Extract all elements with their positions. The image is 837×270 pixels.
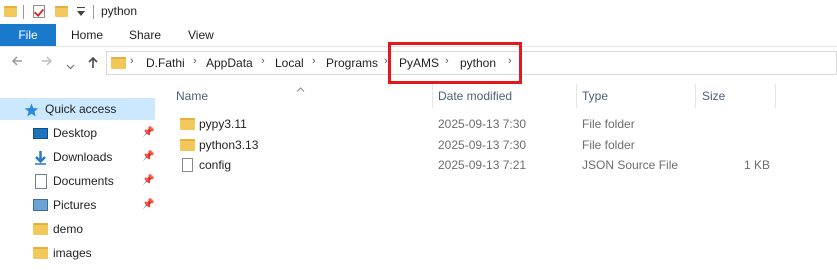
- folder-icon: [111, 57, 126, 69]
- customize-toolbar-icon[interactable]: [76, 6, 86, 18]
- sidebar-item-documents[interactable]: Documents: [53, 170, 114, 192]
- file-size: 1 KB: [744, 158, 771, 172]
- breadcrumb-item[interactable]: Programs: [326, 56, 378, 70]
- file-icon: [182, 158, 193, 172]
- breadcrumb-separator[interactable]: ›: [130, 55, 134, 67]
- sidebar-item-downloads[interactable]: Downloads: [53, 146, 112, 168]
- pin-icon: 📌: [142, 127, 155, 138]
- sidebar-item-images[interactable]: images: [53, 242, 92, 264]
- toolbar-separator: [93, 5, 94, 19]
- column-divider[interactable]: [695, 84, 696, 108]
- file-date: 2025-09-13 7:30: [438, 117, 527, 131]
- right-arrow-icon: [42, 56, 53, 66]
- chevron-down-icon: [66, 64, 75, 70]
- folder-icon: [180, 118, 195, 130]
- toolbar-separator: [23, 5, 24, 19]
- file-type: File folder: [582, 138, 635, 152]
- file-type: File folder: [582, 117, 635, 131]
- column-header-size[interactable]: Size: [702, 89, 725, 103]
- recent-locations-button[interactable]: [66, 59, 75, 73]
- folder-icon: [33, 223, 48, 235]
- column-divider[interactable]: [775, 84, 776, 108]
- pin-icon: 📌: [142, 199, 155, 210]
- folder-icon: [180, 139, 195, 151]
- breadcrumb-item[interactable]: D.Fathi: [146, 56, 185, 70]
- breadcrumb-item[interactable]: AppData: [206, 56, 253, 70]
- back-button[interactable]: [10, 54, 24, 72]
- sidebar-item-desktop[interactable]: Desktop: [53, 122, 97, 144]
- desktop-icon: [33, 128, 48, 139]
- table-row[interactable]: config 2025-09-13 7:21 JSON Source File …: [172, 155, 772, 175]
- forward-button[interactable]: [40, 54, 54, 72]
- folder-icon: [33, 247, 48, 259]
- column-divider[interactable]: [576, 84, 577, 108]
- folder-icon[interactable]: [4, 6, 17, 17]
- file-name: config: [199, 158, 232, 172]
- breadcrumb-separator[interactable]: ›: [312, 55, 316, 67]
- tab-view[interactable]: View: [188, 24, 214, 46]
- column-divider[interactable]: [432, 84, 433, 108]
- star-icon: [24, 103, 39, 120]
- sidebar-item-demo[interactable]: demo: [53, 218, 83, 240]
- file-type: JSON Source File: [582, 158, 679, 172]
- pin-icon: 📌: [142, 175, 155, 186]
- highlight-box: [388, 42, 522, 84]
- breadcrumb-separator[interactable]: ›: [193, 55, 197, 67]
- file-date: 2025-09-13 7:30: [438, 138, 527, 152]
- download-icon: [33, 150, 48, 168]
- tab-file[interactable]: File: [0, 24, 56, 46]
- sidebar-item-pictures[interactable]: Pictures: [53, 194, 96, 216]
- file-name: pypy3.11: [199, 117, 247, 131]
- column-header-date-modified[interactable]: Date modified: [438, 89, 512, 103]
- properties-icon[interactable]: [33, 5, 45, 18]
- up-button[interactable]: [86, 55, 100, 72]
- pin-icon: 📌: [142, 151, 155, 162]
- column-header-type[interactable]: Type: [582, 89, 608, 103]
- tab-home[interactable]: Home: [71, 24, 103, 46]
- document-icon: [35, 174, 47, 189]
- new-folder-icon[interactable]: [55, 6, 68, 17]
- sidebar-item-quick-access[interactable]: Quick access: [45, 98, 116, 120]
- window-title: python: [101, 4, 138, 18]
- column-header-name[interactable]: Name: [176, 89, 208, 103]
- sort-indicator-icon: [296, 81, 305, 95]
- file-date: 2025-09-13 7:21: [438, 158, 527, 172]
- table-row[interactable]: python3.13 2025-09-13 7:30 File folder: [172, 135, 772, 155]
- left-arrow-icon: [11, 56, 22, 66]
- up-arrow-icon: [88, 56, 98, 68]
- table-row[interactable]: pypy3.11 2025-09-13 7:30 File folder: [172, 114, 772, 134]
- breadcrumb-item[interactable]: Local: [275, 56, 304, 70]
- file-name: python3.13: [199, 138, 259, 152]
- pictures-icon: [33, 199, 48, 211]
- tab-share[interactable]: Share: [129, 24, 161, 46]
- breadcrumb-separator[interactable]: ›: [261, 55, 265, 67]
